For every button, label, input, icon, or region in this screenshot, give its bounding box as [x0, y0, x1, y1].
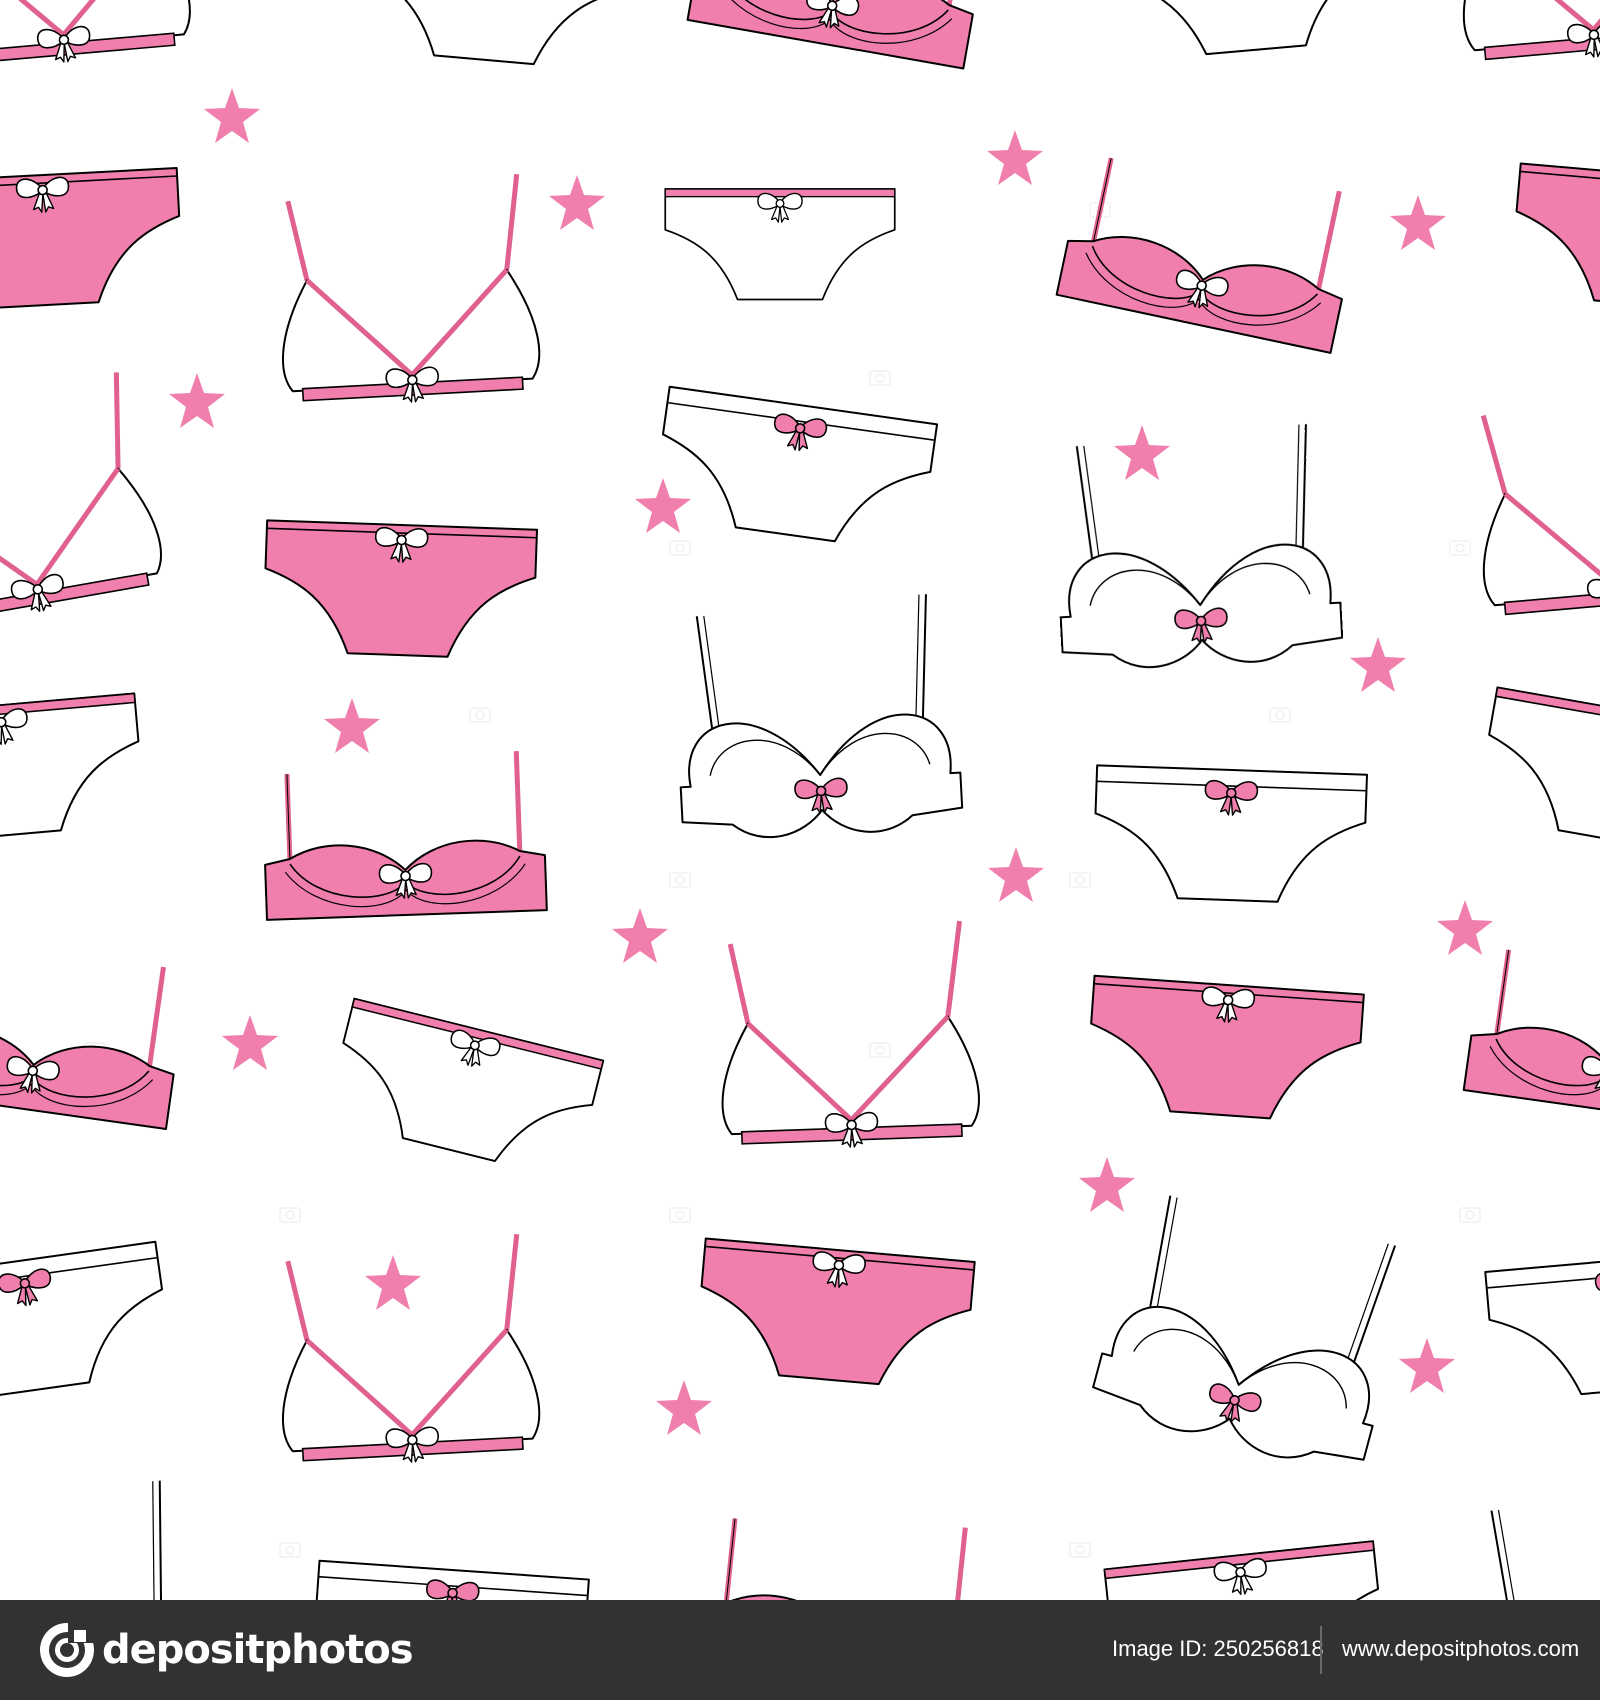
depositphotos-logo-icon — [40, 1623, 94, 1677]
bra-icon — [1057, 138, 1364, 353]
site-url-link[interactable]: www.depositphotos.com — [1342, 1636, 1579, 1662]
bra-icon — [1088, 1180, 1419, 1479]
bra-icon — [671, 593, 963, 842]
panties-icon — [0, 168, 183, 312]
bra-icon — [0, 0, 194, 73]
brand-logo[interactable]: depositphotos — [38, 1618, 414, 1682]
bra-icon — [1466, 1478, 1600, 1600]
panties-icon — [0, 693, 146, 846]
panties-icon — [263, 520, 537, 659]
image-id-label: Image ID: 250256818 — [1112, 1636, 1324, 1661]
panties-icon — [0, 1242, 173, 1408]
lingerie-pattern — [0, 0, 1600, 1600]
panties-icon — [1110, 0, 1390, 61]
panties-icon — [1093, 765, 1367, 904]
bra-icon — [0, 370, 168, 633]
bra-icon — [274, 1234, 542, 1469]
panties-icon — [1475, 687, 1600, 862]
panties-icon — [349, 0, 629, 71]
bra-icon — [0, 932, 188, 1129]
panties-icon — [324, 999, 603, 1181]
bra-icon — [688, 0, 992, 68]
panties-icon — [665, 189, 895, 300]
panties-icon — [310, 1561, 588, 1600]
footer-divider — [1320, 1626, 1322, 1674]
panties-icon — [1509, 163, 1600, 316]
brand-name: depositphotos — [102, 1627, 414, 1673]
panties-icon — [1485, 1248, 1600, 1401]
bra-icon — [716, 921, 980, 1152]
panties-icon — [652, 387, 937, 553]
panties-icon — [694, 1238, 974, 1391]
bra-icon — [1449, 0, 1600, 68]
bra-icon — [695, 1501, 990, 1600]
bra-icon — [1051, 423, 1343, 672]
bra-icon — [0, 1478, 205, 1600]
bra-icon — [1469, 379, 1600, 623]
footer-bar: depositphotos Image ID: 250256818 www.de… — [0, 1600, 1600, 1700]
panties-icon — [1085, 976, 1363, 1125]
bra-icon — [261, 750, 546, 920]
panties-icon — [1104, 1541, 1386, 1600]
bra-icon — [1464, 932, 1600, 1129]
bra-icon — [274, 174, 542, 409]
